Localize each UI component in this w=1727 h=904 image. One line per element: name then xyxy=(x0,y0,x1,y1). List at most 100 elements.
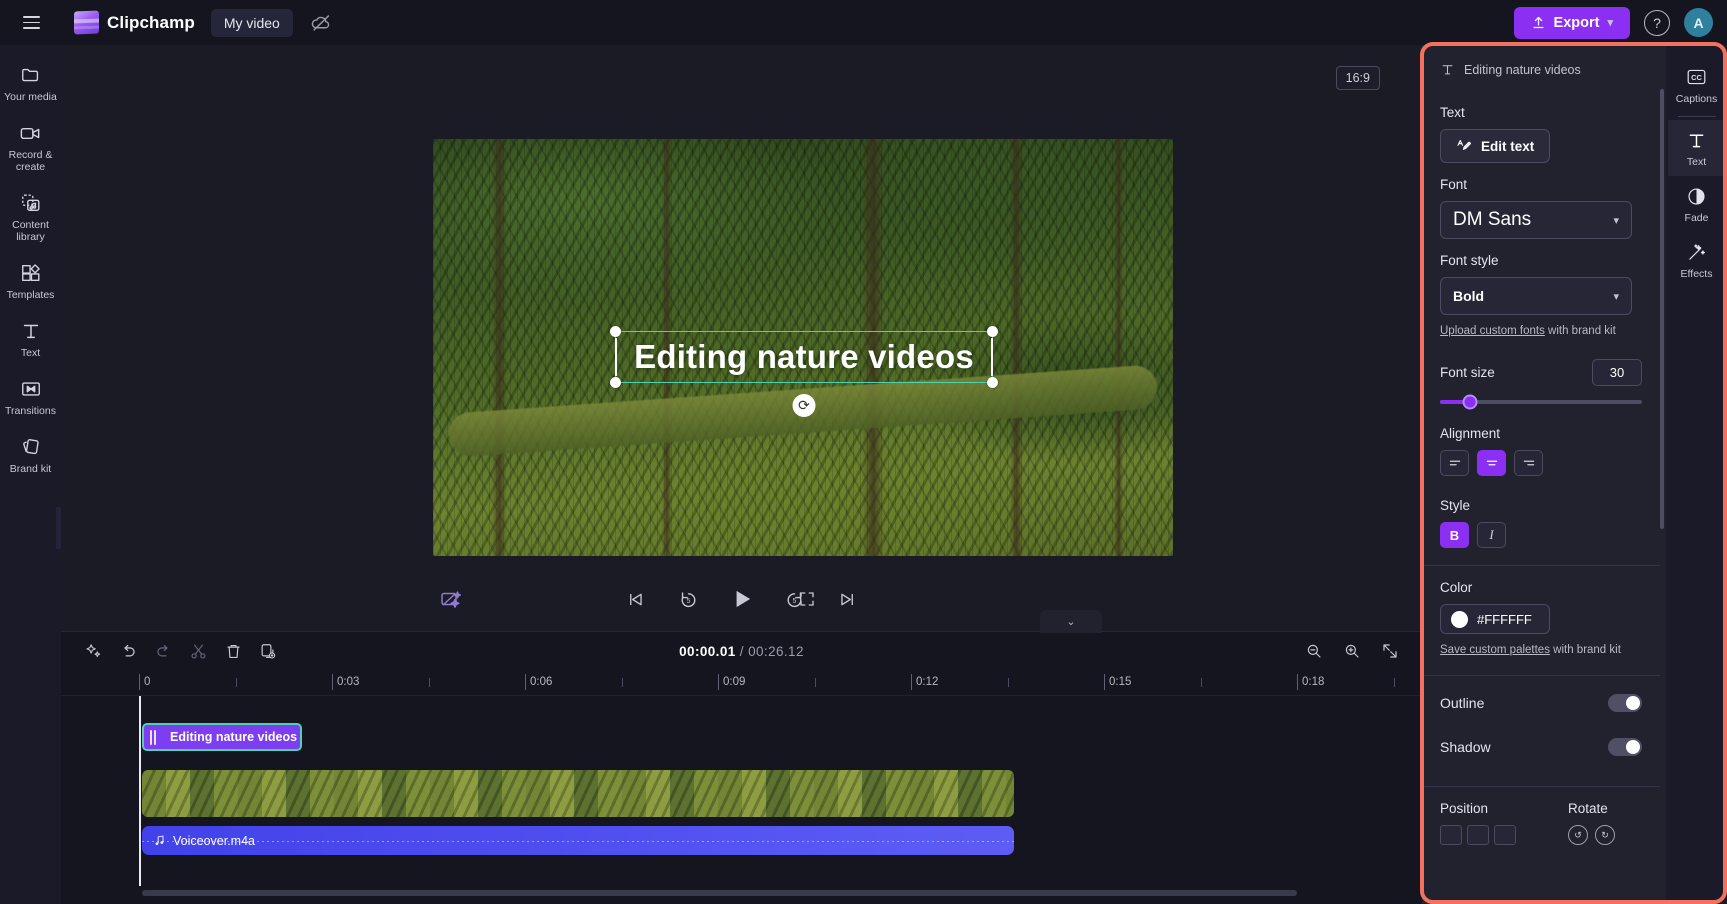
align-left-button[interactable] xyxy=(1440,450,1469,476)
sidebar-item-text[interactable]: Text xyxy=(2,311,60,367)
aspect-ratio-button[interactable]: 16:9 xyxy=(1335,66,1380,90)
skip-next-icon[interactable] xyxy=(833,584,863,614)
text-selection-box[interactable]: Editing nature videos ⟳ xyxy=(610,326,998,417)
fit-to-timeline-icon[interactable] xyxy=(1374,636,1406,666)
text-properties-panel: Editing nature videos Text Edit text Fon… xyxy=(1422,45,1666,904)
timeline-horizontal-scrollbar[interactable] xyxy=(142,890,1297,896)
sidebar-label: Text xyxy=(20,347,41,359)
shadow-toggle[interactable] xyxy=(1608,738,1642,756)
resize-handle-top-right[interactable] xyxy=(987,326,998,337)
overlay-text: Editing nature videos xyxy=(634,338,974,375)
tab-captions[interactable]: CC Captions xyxy=(1668,57,1726,113)
font-style-value: Bold xyxy=(1453,288,1485,304)
playhead[interactable] xyxy=(139,696,141,886)
slider-knob[interactable] xyxy=(1462,394,1478,410)
audio-waveform xyxy=(142,840,1014,842)
properties-scrollbar[interactable] xyxy=(1660,89,1664,529)
position-right-button[interactable] xyxy=(1494,825,1516,845)
tab-fade[interactable]: Fade xyxy=(1668,176,1726,232)
outline-row: Outline xyxy=(1440,676,1642,725)
chevron-down-icon: ▾ xyxy=(1613,214,1619,227)
panel-title: Editing nature videos xyxy=(1464,62,1581,77)
outline-toggle[interactable] xyxy=(1608,694,1642,712)
sidebar-item-record-create[interactable]: Record & create xyxy=(2,113,60,181)
sidebar-label: Content library xyxy=(12,219,49,243)
text-T-icon xyxy=(1686,129,1707,151)
hamburger-menu-icon[interactable] xyxy=(14,6,48,40)
alignment-label: Alignment xyxy=(1440,426,1501,441)
video-camera-icon xyxy=(19,122,42,144)
resize-handle-bottom-right[interactable] xyxy=(987,377,998,388)
sidebar-item-content-library[interactable]: Content library xyxy=(2,183,60,251)
redo-button[interactable] xyxy=(147,636,179,666)
timeline-text-clip[interactable]: Editing nature videos xyxy=(142,723,302,751)
sidebar-label: Brand kit xyxy=(9,463,52,475)
position-left-button[interactable] xyxy=(1440,825,1462,845)
font-size-label: Font size xyxy=(1440,365,1495,380)
font-select[interactable]: DM Sans ▾ xyxy=(1440,201,1632,239)
align-center-button[interactable] xyxy=(1477,450,1506,476)
ruler-label: 0:18 xyxy=(1302,676,1325,688)
brand: Clipchamp xyxy=(74,10,195,35)
sidebar-item-brand-kit[interactable]: Brand kit xyxy=(2,427,60,483)
ruler-label: 0:06 xyxy=(530,676,553,688)
alignment-group xyxy=(1440,450,1642,476)
font-value: DM Sans xyxy=(1453,209,1532,230)
help-circle-icon[interactable]: ? xyxy=(1644,9,1670,36)
avatar[interactable]: A xyxy=(1684,8,1713,37)
resize-handle-bottom-left[interactable] xyxy=(610,377,621,388)
video-preview[interactable]: Editing nature videos ⟳ xyxy=(433,139,1173,556)
align-right-button[interactable] xyxy=(1514,450,1543,476)
rotate-left-button[interactable]: ↺ xyxy=(1568,825,1588,845)
skip-previous-icon[interactable] xyxy=(621,584,651,614)
font-style-select[interactable]: Bold ▾ xyxy=(1440,277,1632,315)
resize-handle-top-left[interactable] xyxy=(610,326,621,337)
position-center-button[interactable] xyxy=(1467,825,1489,845)
color-picker-button[interactable]: #FFFFFF xyxy=(1440,604,1550,634)
upload-custom-fonts-link[interactable]: Upload custom fonts xyxy=(1440,325,1545,337)
bold-button[interactable]: B xyxy=(1440,522,1469,548)
zoom-in-icon[interactable] xyxy=(1336,636,1368,666)
closed-caption-icon: CC xyxy=(1686,66,1707,88)
sidebar-item-templates[interactable]: Templates xyxy=(2,253,60,309)
rewind-5-icon[interactable]: 5 xyxy=(674,584,704,614)
tab-effects[interactable]: Effects xyxy=(1668,232,1726,288)
total-time: 00:26.12 xyxy=(748,643,804,659)
zoom-out-icon[interactable] xyxy=(1298,636,1330,666)
sidebar-item-your-media[interactable]: Your media xyxy=(2,55,60,111)
save-custom-palettes-link[interactable]: Save custom palettes xyxy=(1440,644,1550,656)
timeline-audio-clip[interactable]: Voiceover.m4a xyxy=(142,826,1014,855)
sidebar-label: Your media xyxy=(4,91,57,103)
timeline-video-clip[interactable] xyxy=(142,770,1014,817)
delete-button[interactable] xyxy=(217,636,249,666)
export-button[interactable]: Export ▾ xyxy=(1513,6,1630,39)
timeline-ruler[interactable]: 0 0:03 0:06 0:09 0:12 0:15 0:18 0:21 xyxy=(61,670,1710,696)
sidebar-item-transitions[interactable]: Transitions xyxy=(2,369,60,425)
rotate-right-button[interactable]: ↻ xyxy=(1595,825,1615,845)
brand-kit-icon xyxy=(20,436,42,458)
fullscreen-control xyxy=(792,584,822,614)
clip-label: Voiceover.m4a xyxy=(173,833,255,848)
left-sidebar: Your media Record & create Content libra… xyxy=(0,45,75,904)
font-size-input[interactable]: 30 xyxy=(1592,359,1642,386)
duplicate-button[interactable] xyxy=(252,636,284,666)
undo-button[interactable] xyxy=(112,636,144,666)
rotate-handle-icon[interactable]: ⟳ xyxy=(792,394,816,417)
divider xyxy=(1422,565,1660,566)
italic-button[interactable]: I xyxy=(1477,522,1506,548)
play-icon[interactable] xyxy=(727,584,757,614)
tab-text[interactable]: Text xyxy=(1667,120,1726,176)
project-name-field[interactable]: My video xyxy=(210,8,293,37)
clip-trim-handle-left[interactable] xyxy=(150,729,156,745)
media-library-icon xyxy=(20,192,42,214)
cloud-off-icon[interactable] xyxy=(309,10,335,36)
playback-controls: 5 5 xyxy=(61,584,1422,614)
fullscreen-icon[interactable] xyxy=(792,584,822,614)
clip-label: Editing nature videos xyxy=(170,730,298,744)
edit-text-button[interactable]: Edit text xyxy=(1440,129,1551,163)
auto-compose-button[interactable] xyxy=(77,636,109,666)
timeline-collapse-button[interactable]: ⌄ xyxy=(1040,610,1102,633)
font-size-slider[interactable] xyxy=(1440,394,1642,410)
split-button[interactable] xyxy=(182,636,214,666)
svg-text:CC: CC xyxy=(1691,73,1702,82)
